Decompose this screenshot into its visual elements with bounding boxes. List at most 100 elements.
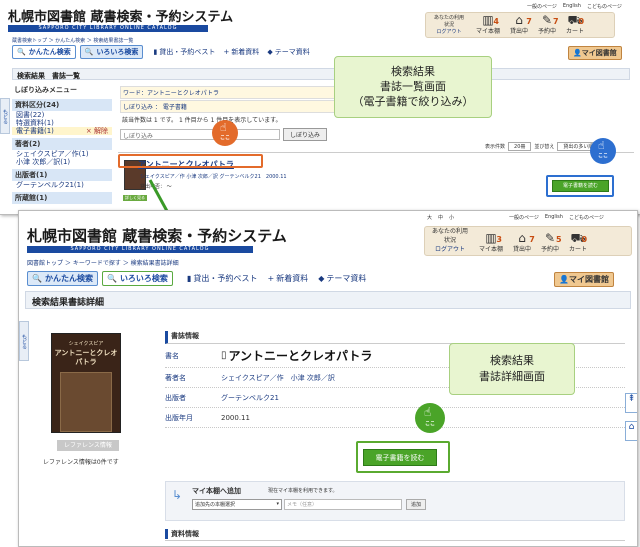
font-size-switch: 大 中 小 (427, 215, 455, 221)
memo-input[interactable]: メモ（任意） (284, 499, 402, 510)
back-side-tab[interactable]: もどる (19, 321, 29, 361)
count-select[interactable]: 20冊 (508, 142, 532, 151)
logo[interactable]: 札幌市図書館 蔵書検索・予約システム SAPPORO CITY LIBRARY … (27, 225, 287, 253)
side-item[interactable]: グーテンベルク21(1) (12, 181, 112, 189)
back-side-tab[interactable]: もどる (0, 98, 10, 134)
stat-reserve[interactable]: ✎ 7 予約中 (538, 13, 559, 35)
bookshelf-icon: ▥ 4 (482, 13, 499, 27)
stat-cart[interactable]: ⛟ 0 カート (569, 232, 587, 253)
stat-bookshelf[interactable]: ▥ 3 マイ本棚 (479, 232, 503, 253)
field-row-date: 出版年月 2000.11 (165, 408, 625, 428)
tag-icon: ◆ (318, 274, 325, 283)
reserve-icon: ✎ 7 (542, 13, 559, 27)
search-result-detail-window: 大 中 小 一般のページ English こどものページ 札幌市図書館 蔵書検索… (18, 210, 638, 547)
tab-simple-search[interactable]: 🔍 かんたん検索 (12, 45, 76, 59)
book-icon: ▮ (153, 48, 158, 56)
callout-list-screen: 検索結果 書誌一覧画面 （電子書籍で絞り込み） (334, 56, 492, 118)
search-result-list-window: 札幌市図書館 蔵書検索・予約システム SAPPORO CITY LIBRARY … (0, 0, 640, 215)
stat-cart[interactable]: ⛟ 0 カート (566, 14, 584, 35)
tap-here-marker: ☝ ここ (590, 138, 616, 164)
search-icon: 🔍 (84, 48, 94, 56)
top-link-kids[interactable]: こどものページ (587, 3, 622, 10)
book-cover: シェイクスピア アントニーとクレオパトラ (51, 333, 121, 433)
top-link-kids[interactable]: こどものページ (569, 214, 604, 221)
side-item[interactable]: 図書(22) (12, 111, 112, 119)
cart-icon: ⛟ 0 (570, 231, 588, 245)
tag-icon: ◆ (267, 48, 273, 56)
display-controls: 表示件数 20冊 並び替え 貸出の多い順 (485, 142, 600, 151)
side-item[interactable]: シェイクスピア／作(1) (12, 150, 112, 158)
add-to-shelf-box: ↳ マイ本棚へ追加 現在マイ本棚を利用できます。 追加先の本棚選択 ▾ メモ（任意… (165, 481, 625, 521)
reference-button[interactable]: レファレンス情報 (57, 440, 119, 451)
book-icon: ▮ (186, 274, 192, 283)
stat-loan[interactable]: ⌂ 7 貸出中 (513, 232, 535, 253)
nav-new[interactable]: + 新着資料 (268, 273, 309, 284)
top-links: 一般のページ English こどものページ (509, 214, 604, 221)
side-item[interactable]: 小津 次郎／訳(1) (12, 158, 112, 166)
nav-theme[interactable]: ◆ テーマ資料 (267, 47, 309, 57)
shelf-add-button[interactable]: 追加 (406, 499, 427, 510)
sidebar: しぼり込みメニュー 資料区分(24) 図書(22) 特選資料(1) 電子書籍(1… (12, 84, 112, 204)
arrow-return-icon: ↳ (172, 488, 183, 502)
filter-word: ワード：アントニーとクレオパトラ (120, 86, 350, 99)
logout-link[interactable]: ログアウト (432, 28, 466, 35)
side-group-head: 所蔵館(1) (12, 192, 112, 204)
section-title: 検索結果 書誌一覧 (12, 68, 630, 80)
search-icon: 🔍 (17, 48, 26, 56)
stat-loan[interactable]: ⌂ 7 貸出中 (510, 13, 532, 35)
user-status-label: あなたの利用状況 (431, 228, 468, 244)
logo[interactable]: 札幌市図書館 蔵書検索・予約システム SAPPORO CITY LIBRARY … (8, 6, 233, 32)
hand-pointer-icon: ☝ (424, 405, 432, 419)
nav-best[interactable]: ▮ 貸出・予約ベスト (153, 47, 215, 57)
side-item[interactable]: 特選資料(1) (12, 119, 112, 127)
highlight-frame (356, 441, 450, 473)
mylibrary-button[interactable]: 👤マイ図書館 (554, 272, 614, 287)
reference-info: レファレンス情報は0件です (43, 459, 119, 466)
shelf-select[interactable]: 追加先の本棚選択 ▾ (192, 499, 282, 510)
side-group-head: 著者(2) (12, 138, 112, 150)
plus-icon: + (267, 274, 275, 283)
stat-bookshelf[interactable]: ▥ 4 マイ本棚 (476, 14, 500, 35)
tab-advanced-search[interactable]: 🔍 いろいろ検索 (79, 45, 144, 59)
shelf-title: マイ本棚へ追加 (192, 487, 241, 495)
hand-pointer-icon: ☝ (220, 121, 227, 134)
search-icon: 🔍 (32, 274, 42, 283)
breadcrumb[interactable]: 蔵書検索トップ ＞ かんたん検索 ＞ 検索結果書誌一覧 (12, 37, 133, 44)
author-link[interactable]: シェイクスピア／作 小津 次郎／訳 (221, 373, 335, 383)
sidebar-title: しぼり込みメニュー (14, 86, 77, 94)
tab-simple-search[interactable]: 🔍 かんたん検索 (27, 271, 98, 286)
top-link-english[interactable]: English (563, 3, 581, 10)
highlight-frame (546, 175, 614, 197)
home-icon[interactable]: ⌂ (625, 421, 637, 441)
narrow-button[interactable]: しぼり込み (283, 128, 328, 141)
logout-link[interactable]: ログアウト (431, 244, 469, 253)
nav-new[interactable]: + 新着資料 (223, 47, 259, 57)
nav-bar: 🔍 かんたん検索 🔍 いろいろ検索 ▮ 貸出・予約ベスト + 新着資料 ◆ テーマ資料 (27, 271, 366, 286)
mylibrary-button[interactable]: 👤マイ図書館 (568, 46, 622, 60)
user-status-box: あなたの利用状況 ログアウト ▥ 4 マイ本棚 ⌂ 7 貸出中 ✎ 7 予約中 ⛟ 0 カート (425, 12, 615, 38)
user-status-box: あなたの利用状況 ログアウト ▥ 3 マイ本棚 ⌂ 7 貸出中 ✎ 5 予約中 ⛟ 0 カート (424, 226, 632, 256)
breadcrumb[interactable]: 図書館トップ ＞ キーワードで探す ＞ 検索結果書誌詳細 (27, 258, 179, 267)
publisher-link[interactable]: グーテンベルク21 (221, 393, 279, 403)
scroll-top-icon[interactable]: ⇞ (625, 393, 637, 413)
callout-detail-screen: 検索結果 書誌詳細画面 (449, 343, 575, 395)
cart-icon: ⛟ 0 (567, 13, 585, 27)
nav-best[interactable]: ▮ 貸出・予約ベスト (187, 273, 258, 284)
reserve-icon: ✎ 5 (545, 231, 562, 245)
stat-reserve[interactable]: ✎ 5 予約中 (541, 231, 562, 253)
top-link-general[interactable]: 一般のページ (527, 3, 557, 10)
nav-theme[interactable]: ◆ テーマ資料 (318, 273, 366, 284)
filter-narrow: しぼり込み ： 電子書籍 (120, 100, 350, 113)
section-title: 検索結果書誌詳細 (25, 291, 631, 309)
search-icon: 🔍 (106, 274, 117, 283)
user-status-label: あなたの利用状況 (433, 15, 464, 28)
material-title: 資料情報 (165, 529, 625, 539)
narrow-input[interactable]: しぼり込み (120, 129, 280, 140)
top-link-english[interactable]: English (545, 214, 563, 221)
tab-advanced-search[interactable]: 🔍 いろいろ検索 (101, 271, 173, 286)
cover-illustration (60, 372, 112, 432)
house-icon: ⌂ 7 (515, 13, 532, 27)
top-link-general[interactable]: 一般のページ (509, 214, 539, 221)
person-icon: 👤 (559, 275, 569, 284)
side-item-active[interactable]: 電子書籍(1) × 解除 (12, 127, 112, 135)
